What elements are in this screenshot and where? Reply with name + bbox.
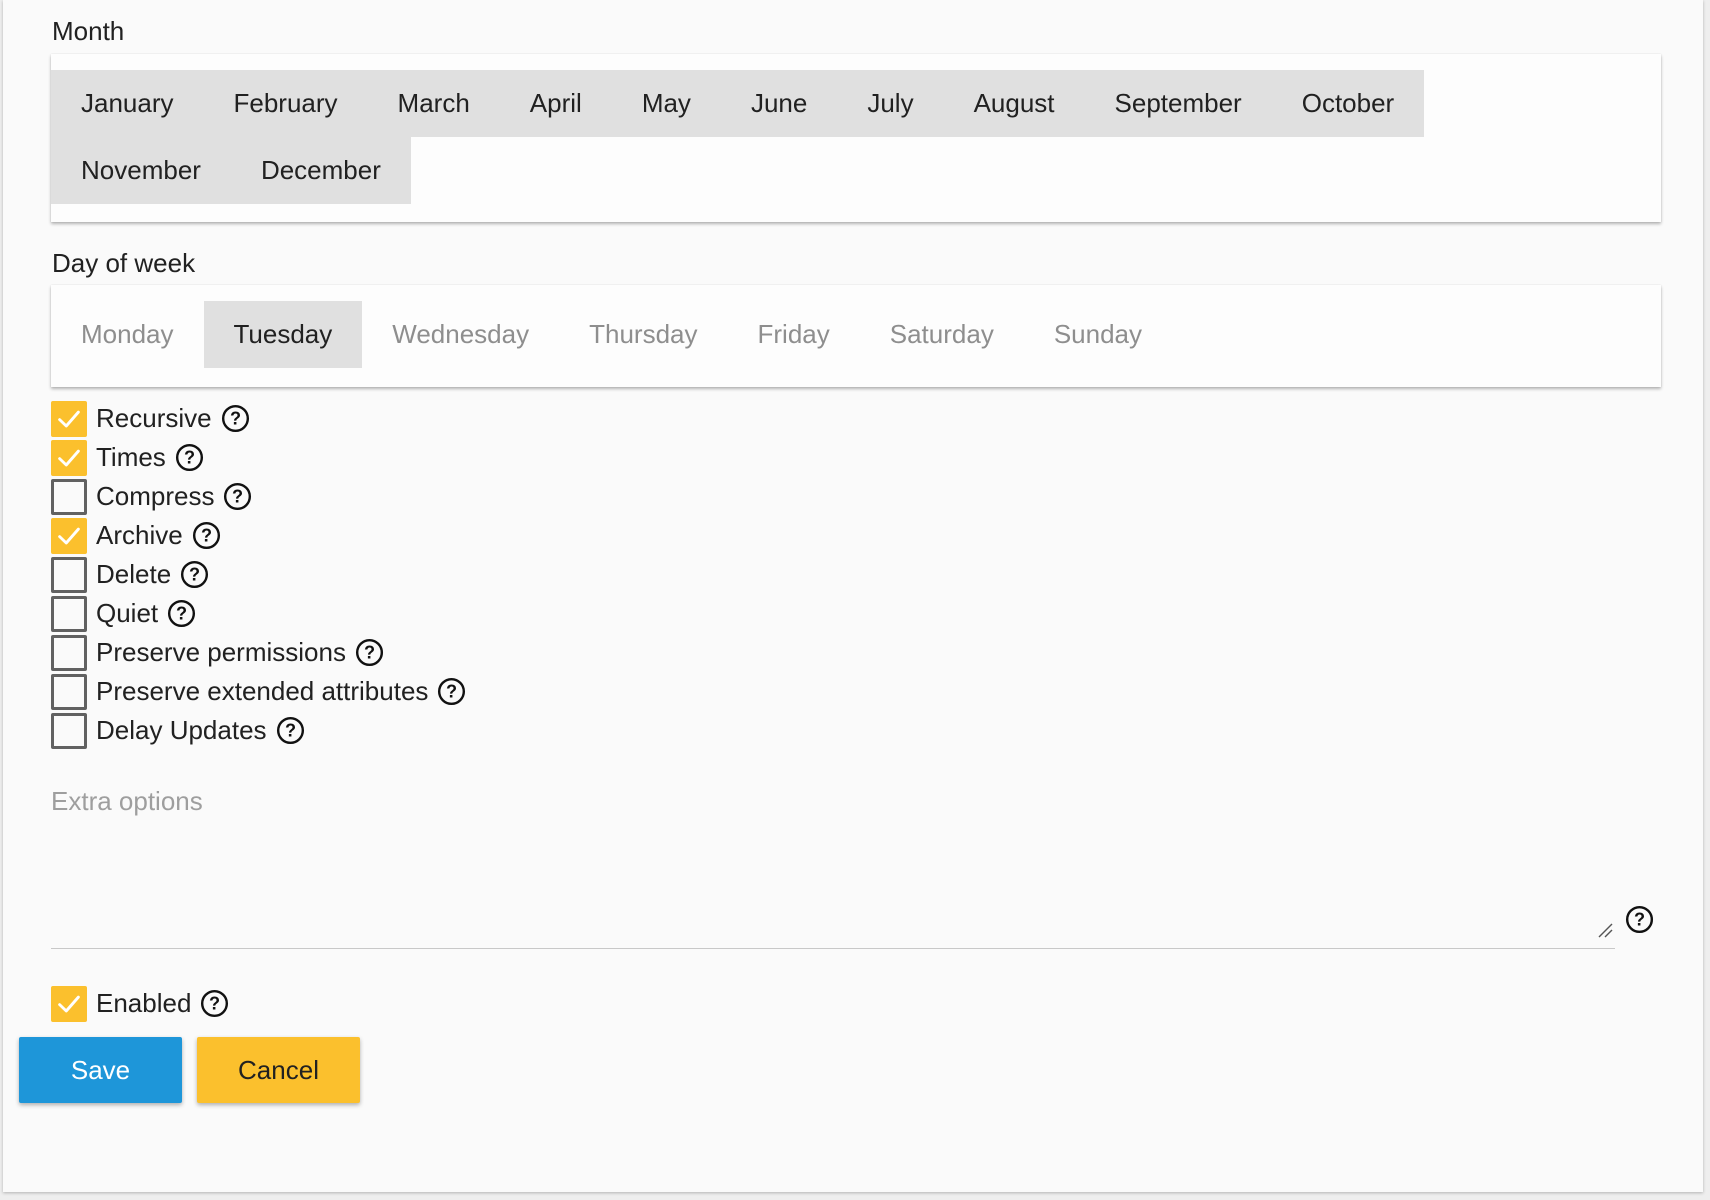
archive-label: Archive — [96, 520, 183, 550]
extra-options-help-icon[interactable]: ? — [1625, 905, 1654, 934]
day-chip-tuesday[interactable]: Tuesday — [203, 301, 363, 368]
delete-help-icon[interactable]: ? — [180, 560, 209, 589]
svg-text:?: ? — [201, 526, 212, 546]
option-preserve-permissions: Preserve permissions? — [51, 633, 466, 672]
preserve-permissions-checkbox[interactable] — [51, 634, 87, 671]
month-chip-march[interactable]: March — [367, 70, 500, 137]
month-chip-june[interactable]: June — [720, 70, 838, 137]
delete-label: Delete — [96, 559, 172, 589]
month-chip-july[interactable]: July — [837, 70, 944, 137]
extra-options-field[interactable]: Extra options — [51, 783, 1615, 949]
check-icon — [58, 449, 80, 466]
quiet-label: Quiet — [96, 598, 159, 628]
archive-help-icon[interactable]: ? — [192, 521, 221, 550]
svg-text:?: ? — [184, 448, 195, 468]
month-chip-april[interactable]: April — [499, 70, 612, 137]
svg-text:?: ? — [1634, 910, 1645, 930]
option-recursive: Recursive? — [51, 399, 466, 438]
svg-text:?: ? — [176, 604, 187, 624]
quiet-help-icon[interactable]: ? — [167, 599, 196, 628]
times-checkbox[interactable] — [51, 439, 87, 476]
option-delete: Delete? — [51, 555, 466, 594]
day-chip-sunday[interactable]: Sunday — [1024, 301, 1172, 368]
enabled-checkbox[interactable] — [51, 985, 87, 1022]
day-chip-wednesday[interactable]: Wednesday — [362, 301, 559, 368]
cron-job-form: Month January February March April May June Ju… — [3, 0, 1703, 1192]
month-chip-november[interactable]: November — [51, 137, 231, 204]
enabled-label: Enabled — [96, 988, 192, 1018]
save-button[interactable]: Save — [19, 1037, 182, 1103]
day-chip-thursday[interactable]: Thursday — [559, 301, 727, 368]
compress-label: Compress — [96, 481, 215, 511]
month-chip-january[interactable]: January — [51, 70, 204, 137]
option-preserve-extended-attributes: Preserve extended attributes? — [51, 672, 466, 711]
enabled-help-icon[interactable]: ? — [200, 989, 229, 1018]
svg-text:?: ? — [364, 643, 375, 663]
preserve-extended-attributes-label: Preserve extended attributes — [96, 676, 429, 706]
day-of-week-label: Day of week — [52, 248, 196, 278]
delay-updates-checkbox[interactable] — [51, 712, 87, 749]
day-chip-friday[interactable]: Friday — [728, 301, 860, 368]
preserve-extended-attributes-help-icon[interactable]: ? — [437, 677, 466, 706]
recursive-label: Recursive — [96, 403, 212, 433]
quiet-checkbox[interactable] — [51, 595, 87, 632]
option-delay-updates: Delay Updates? — [51, 711, 466, 750]
month-label: Month — [52, 16, 125, 46]
delay-updates-label: Delay Updates — [96, 715, 267, 745]
cancel-button[interactable]: Cancel — [197, 1037, 360, 1103]
month-chip-october[interactable]: October — [1271, 70, 1425, 137]
extra-options-placeholder: Extra options — [51, 786, 203, 816]
compress-help-icon[interactable]: ? — [223, 482, 252, 511]
compress-checkbox[interactable] — [51, 478, 87, 515]
option-quiet: Quiet? — [51, 594, 466, 633]
resize-handle-icon[interactable] — [1597, 922, 1613, 938]
svg-text:?: ? — [446, 682, 457, 702]
enabled-option: Enabled ? — [51, 984, 229, 1023]
month-chip-february[interactable]: February — [203, 70, 368, 137]
day-of-week-chip-list: Monday Tuesday Wednesday Thursday Friday Satu… — [51, 301, 1596, 368]
check-icon — [58, 995, 80, 1012]
check-icon — [58, 527, 80, 544]
svg-text:?: ? — [189, 565, 200, 585]
month-selector: January February March April May June July Augu… — [51, 54, 1661, 222]
options-checkbox-list: Recursive? Times? Compress? Archive? Delete?… — [51, 399, 466, 750]
month-chip-september[interactable]: September — [1084, 70, 1272, 137]
times-help-icon[interactable]: ? — [175, 443, 204, 472]
times-label: Times — [96, 442, 166, 472]
option-compress: Compress? — [51, 477, 466, 516]
preserve-extended-attributes-checkbox[interactable] — [51, 673, 87, 710]
month-chip-may[interactable]: May — [611, 70, 721, 137]
svg-text:?: ? — [230, 409, 241, 429]
option-archive: Archive? — [51, 516, 466, 555]
delay-updates-help-icon[interactable]: ? — [276, 716, 305, 745]
month-chip-list: January February March April May June July Augu… — [51, 70, 1596, 204]
month-chip-august[interactable]: August — [943, 70, 1085, 137]
svg-text:?: ? — [232, 487, 243, 507]
preserve-permissions-label: Preserve permissions — [96, 637, 346, 667]
day-of-week-selector: Monday Tuesday Wednesday Thursday Friday Satu… — [51, 285, 1661, 387]
delete-checkbox[interactable] — [51, 556, 87, 593]
preserve-permissions-help-icon[interactable]: ? — [355, 638, 384, 667]
day-chip-monday[interactable]: Monday — [51, 301, 204, 368]
month-chip-december[interactable]: December — [230, 137, 411, 204]
archive-checkbox[interactable] — [51, 517, 87, 554]
day-chip-saturday[interactable]: Saturday — [860, 301, 1024, 368]
recursive-help-icon[interactable]: ? — [221, 404, 250, 433]
option-times: Times? — [51, 438, 466, 477]
svg-text:?: ? — [209, 994, 220, 1014]
svg-text:?: ? — [285, 721, 296, 741]
check-icon — [58, 410, 80, 427]
recursive-checkbox[interactable] — [51, 400, 87, 437]
